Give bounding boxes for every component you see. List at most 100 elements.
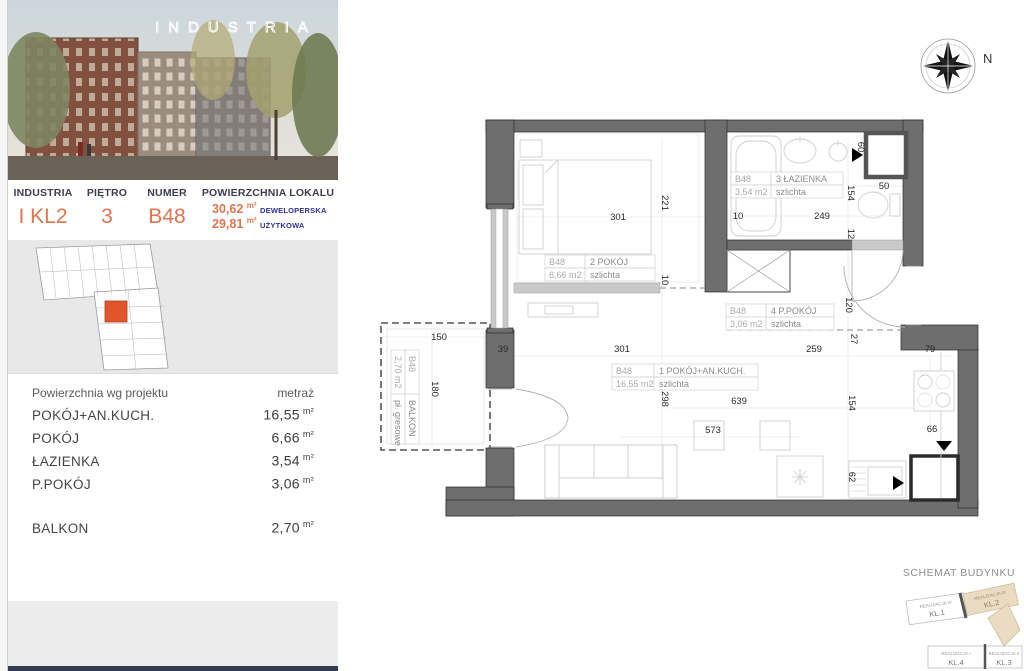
apartment-card-page: INDUSTRIA INDUSTRIA I KL2 PIĘTRO 3 NUMER… [0, 0, 1024, 671]
photo-title: INDUSTRIA [155, 19, 317, 36]
label-hall-name: 4 P.POKÓJ [771, 306, 816, 316]
area-row-value: 6,66m² [271, 429, 314, 446]
spec-area-dev-unit: m² [247, 201, 257, 210]
dim-bath-width: 249 [814, 211, 830, 222]
window-cap-bottom [487, 328, 513, 333]
lintel-bathroom-door [852, 240, 903, 250]
washbasin [784, 139, 816, 163]
sink-star [792, 469, 808, 485]
spec-number: NUMER B48 [136, 180, 198, 240]
dim-kitchen-height: 154 [846, 395, 857, 411]
wall-bathroom-bottom [727, 240, 852, 250]
balcony-door-leaf-top [516, 389, 568, 418]
area-row-ppokoj: P.POKÓJ 3,06m² [32, 469, 314, 492]
sofa [545, 445, 677, 498]
spec-area-dev-type: DEWELOPERSKA [260, 206, 327, 215]
areas-title: Powierzchnia wg projektu [32, 386, 168, 400]
label-bathroom-area: 3,54 m2 [735, 187, 768, 197]
areas-col-label: metraż [277, 386, 314, 400]
label-bathroom-floor: szlichta [776, 187, 806, 197]
room-label-main: B48 1 POKÓJ+AN.KUCH. 16,55 m2 szlichta [612, 364, 758, 390]
spec-floor: PIĘTRO 3 [78, 180, 136, 240]
photo-ground [8, 156, 338, 180]
dim-bath-height: 154 [845, 185, 856, 201]
dim-main-height: 298 [659, 391, 670, 407]
spec-investment-value: I KL2 [8, 205, 78, 229]
balcony-label-area: 2,70 m2 [393, 356, 403, 389]
label-bathroom-name: 3 ŁAZIENKA [776, 174, 827, 184]
area-row-lazienka: ŁAZIENKA 3,54m² [32, 446, 314, 469]
label-bedroom-name: 2 POKÓJ [590, 257, 628, 267]
area-row-value: 16,55m² [263, 406, 314, 423]
spec-area-use-unit: m² [247, 216, 257, 225]
schemat-kl3-label: REALIZACJA II [989, 651, 1020, 656]
window-cap-top [487, 204, 513, 209]
schemat-kl4-label: REALIZACJA I [941, 651, 971, 656]
spec-area-developer: 30,62 m² DEWELOPERSKA [198, 201, 338, 216]
dim-counter: 62 [846, 472, 857, 483]
building-photo-art: INDUSTRIA [8, 0, 338, 180]
building-overview-plan [8, 240, 338, 373]
direction-markers [852, 148, 952, 490]
nightstand [520, 140, 542, 157]
area-unit: m² [303, 475, 314, 485]
dim-step: 27 [848, 334, 859, 345]
label-main-id: B48 [616, 366, 632, 376]
floor-plan-area: B48 BALKON 2,70 m2 pł. gresowe 150 180 [338, 0, 1024, 671]
photo-building-mid [138, 52, 196, 162]
dim-main-width: 301 [614, 344, 630, 355]
dimension-guides [383, 138, 952, 497]
area-unit: m² [303, 452, 314, 462]
dim-shower: 50 [879, 181, 890, 192]
label-hall-id: B48 [730, 306, 746, 316]
overview-wings [36, 244, 168, 370]
overview-highlighted-unit [105, 301, 127, 322]
marker-kitchen-down [936, 441, 952, 451]
left-edge-strip [0, 0, 8, 671]
pillow-2 [523, 209, 543, 249]
tv-screen [545, 306, 573, 314]
dim-room2-width: 301 [610, 212, 626, 223]
area-unit: m² [303, 406, 314, 416]
label-bedroom-id: B48 [549, 257, 565, 267]
bathroom-door-arc [852, 250, 903, 301]
spec-floor-value: 3 [78, 205, 136, 229]
dim-balcony-door: 39 [498, 344, 509, 355]
label-main-name: 1 POKÓJ+AN.KUCH. [659, 366, 745, 376]
lintel-partition [514, 283, 660, 293]
balcony-label-name: BALKON [407, 400, 417, 437]
dim-partition: 10 [659, 275, 670, 286]
area-row-balkon: BALKON 2,70m² [32, 513, 314, 536]
area-row-name: BALKON [32, 521, 89, 536]
label-hall-area: 3,06 m2 [730, 319, 763, 329]
dim-hall-width: 259 [806, 344, 822, 355]
building-overview-section [8, 240, 338, 373]
label-bedroom-area: 6,66 m2 [549, 270, 582, 280]
spec-number-label: NUMER [136, 187, 198, 199]
wall-bottom [446, 500, 978, 516]
schemat-kl1: REALIZACJA IV KL.1 [906, 593, 967, 625]
label-bedroom-floor: szlichta [590, 270, 620, 280]
area-row-name: POKÓJ+AN.KUCH. [32, 408, 154, 423]
window-bedroom-pane [496, 209, 503, 328]
dim-kitchen-top: 79 [925, 344, 936, 355]
spec-area-usable: 29,81 m² UŻYTKOWA [198, 216, 338, 231]
overview-right-wing [94, 288, 168, 370]
walls [446, 120, 978, 516]
area-row-name: P.POKÓJ [32, 477, 91, 492]
dim-balcony-height: 180 [429, 381, 440, 397]
area-row-pokoj-ankuch: POKÓJ+AN.KUCH. 16,55m² [32, 400, 314, 423]
spec-floor-label: PIĘTRO [78, 187, 136, 199]
room-label-bedroom: B48 2 POKÓJ 6,66 m2 szlichta [545, 255, 655, 281]
photo-person-2 [87, 144, 91, 156]
dim-main-lower-width: 639 [731, 396, 747, 407]
shower-niche [866, 133, 906, 177]
dim-sofa-span: 573 [705, 425, 721, 436]
schemat-budynku: SCHEMAT BUDYNKU REALIZACJA IV KL.1 REALI… [903, 567, 1022, 669]
area-row-name: POKÓJ [32, 431, 79, 446]
area-row-value: 2,70m² [271, 519, 314, 536]
schemat-kl4-unit: KL.4 [948, 658, 963, 667]
balcony-label-floor: pł. gresowe [393, 400, 403, 446]
spec-area: POWIERZCHNIA LOKALU 30,62 m² DEWELOPERSK… [198, 180, 338, 240]
balcony-label-id: B48 [407, 356, 417, 372]
